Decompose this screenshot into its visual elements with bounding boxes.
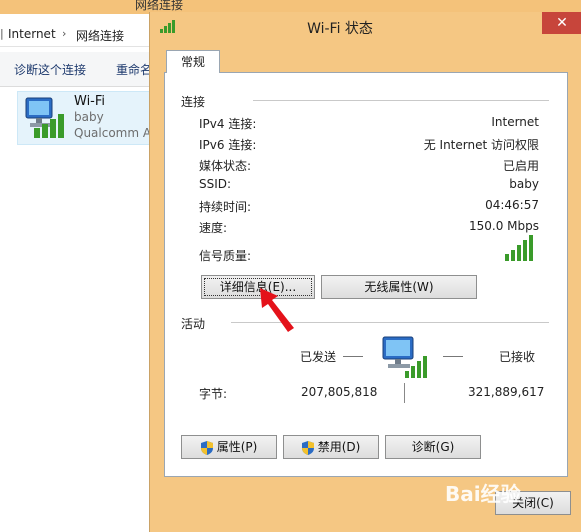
bytes-received-value: 321,889,617 [468,385,545,399]
ssid-label: SSID: [199,177,232,191]
address-edge: | [0,27,4,40]
properties-button[interactable]: 属性(P) [181,435,277,459]
chevron-right-icon[interactable]: › [62,27,66,40]
signal-quality-icon [505,235,533,261]
sent-label: 已发送 [300,350,337,364]
general-panel: 连接 IPv4 连接: Internet IPv6 连接: 无 Internet… [164,72,568,477]
uac-shield-icon [301,440,314,455]
speed-value: 150.0 Mbps [468,219,539,233]
disable-label: 禁用(D) [317,440,361,454]
speed-label: 速度: [199,221,228,235]
bytes-label: 字节: [199,387,228,401]
rename-button[interactable]: 重命名 [116,61,152,78]
close-icon[interactable]: ✕ [542,12,581,34]
wifi-adapter-item[interactable]: Wi-Fi baby Qualcomm At [17,91,159,145]
media-state-value: 已启用 [502,159,539,173]
adapter-ssid: baby [74,110,104,124]
diagnose-button[interactable]: 诊断(G) [385,435,481,459]
ipv6-label: IPv6 连接: [199,138,257,152]
wifi-status-dialog: Wi-Fi 状态 ✕ 常规 连接 IPv4 连接: Internet IPv6 … [149,12,581,532]
network-computer-icon [382,336,427,378]
tab-general[interactable]: 常规 [166,50,220,73]
sent-dash [343,356,363,357]
properties-label: 属性(P) [216,440,258,454]
wireless-properties-button[interactable]: 无线属性(W) [321,275,477,299]
connection-group-label: 连接 [181,95,206,109]
duration-label: 持续时间: [199,200,252,214]
diagnose-connection-button[interactable]: 诊断这个连接 [14,61,86,78]
dialog-titlebar[interactable]: Wi-Fi 状态 ✕ [150,12,581,42]
breadcrumb-network-connections[interactable]: 网络连接 [76,27,124,44]
bytes-sent-value: 207,805,818 [301,385,378,399]
activity-group-label: 活动 [181,317,206,331]
adapter-name: Wi-Fi [74,94,106,109]
adapter-model: Qualcomm At [74,126,156,140]
address-bar[interactable]: | Internet › 网络连接 [0,22,160,47]
annotation-arrow-icon [260,288,294,332]
media-state-label: 媒体状态: [199,159,252,173]
breadcrumb-internet[interactable]: Internet [8,27,56,41]
ipv4-label: IPv4 连接: [199,117,257,131]
received-dash [443,356,463,357]
ssid-value: baby [509,177,539,191]
connection-divider [253,100,549,101]
ipv4-value: Internet [491,115,539,129]
received-label: 已接收 [499,350,536,364]
dialog-title: Wi-Fi 状态 [307,21,373,37]
activity-separator [404,383,405,403]
network-computer-icon [25,97,64,138]
command-bar: 诊断这个连接 重命名 [0,52,160,87]
signal-quality-label: 信号质量: [199,249,252,263]
uac-shield-icon [200,440,213,455]
duration-value: 04:46:57 [485,198,539,212]
ipv6-value: 无 Internet 访问权限 [423,138,539,152]
baidu-watermark: Bai经验 [445,482,521,506]
disable-button[interactable]: 禁用(D) [283,435,379,459]
